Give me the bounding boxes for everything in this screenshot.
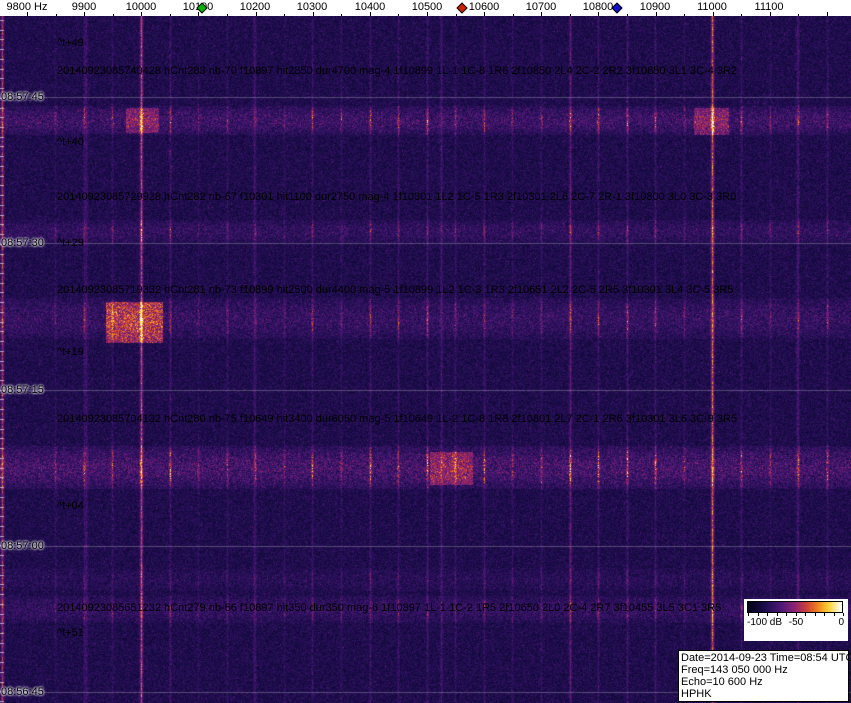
freq-tick <box>456 14 457 16</box>
freq-tick <box>198 12 199 16</box>
freq-tick <box>770 12 771 16</box>
detection-event-line: 20140923085719332 hCnt281 nb-73 f10899 h… <box>57 284 734 296</box>
freq-tick <box>227 14 228 16</box>
db-max-label: 0 <box>838 617 844 628</box>
time-offset-tag: ^t+19 <box>57 346 84 358</box>
legend-tick <box>805 613 806 616</box>
freq-tick <box>56 14 57 16</box>
freq-tick <box>513 14 514 16</box>
legend-tick <box>786 613 787 616</box>
legend-tick <box>795 613 797 616</box>
db-min-label: -100 dB <box>747 617 783 628</box>
detection-event-line: 20140923085704132 hCnt280 nb-75 f10649 h… <box>57 413 738 425</box>
freq-label: 10200 <box>239 1 271 13</box>
time-label: 08:57:45 <box>1 91 44 103</box>
legend-tick <box>757 613 759 616</box>
freq-tick <box>713 12 714 16</box>
color-scale-legend: -100 dB -50 0 <box>744 599 848 641</box>
legend-tick <box>776 613 778 616</box>
freq-tick <box>656 12 657 16</box>
time-label: 08:57:15 <box>1 384 44 396</box>
time-label: 08:57:00 <box>1 540 44 552</box>
status-info-box: Date=2014-09-23 Time=08:54 UTC Freq=143 … <box>678 650 851 702</box>
freq-label: 11100 <box>754 1 784 13</box>
freq-tick <box>741 14 742 16</box>
date-time-line: Date=2014-09-23 Time=08:54 UTC <box>681 652 851 664</box>
freq-tick <box>113 14 114 16</box>
freq-tick <box>570 14 571 16</box>
freq-tick <box>427 12 428 16</box>
freq-tick <box>598 12 599 16</box>
time-offset-tag: ^t+49 <box>57 37 84 49</box>
freq-tick <box>798 14 799 16</box>
freq-tick <box>170 14 171 16</box>
detection-event-line: 20140923085729928 hCnt282 nb-67 f10301 h… <box>57 191 737 203</box>
legend-tick <box>843 613 844 616</box>
spectrogram-window: 9800 Hz990010000101001020010300104001050… <box>0 0 851 703</box>
legend-tick <box>748 613 749 616</box>
time-label: 08:57:30 <box>1 237 44 249</box>
time-offset-tag: ^t+51 <box>57 627 84 639</box>
frequency-ruler: 9800 Hz990010000101001020010300104001050… <box>0 0 851 16</box>
color-scale-gradient <box>747 601 843 613</box>
freq-label: 11000 <box>697 1 727 13</box>
freq-tick <box>684 14 685 16</box>
time-offset-tag: ^t+40 <box>57 136 84 148</box>
time-label: 08:56:45 <box>1 686 44 698</box>
freq-tick <box>341 14 342 16</box>
db-mid-label: -50 <box>788 617 804 628</box>
time-offset-tag: ^t+29 <box>57 237 84 249</box>
freq-tick <box>370 12 371 16</box>
freq-label: 10300 <box>296 1 328 13</box>
frequency-line: Freq=143 050 000 Hz <box>681 664 788 676</box>
freq-tick <box>627 14 628 16</box>
detection-event-line: 20140923085740428 hCnt283 nb-70 f10897 h… <box>57 65 738 77</box>
freq-label: 10900 <box>639 1 671 13</box>
color-scale-labels: -100 dB -50 0 <box>747 617 845 629</box>
echo-frequency-line: Echo=10 600 Hz <box>681 676 763 688</box>
time-offset-tag: ^t+04 <box>57 500 84 512</box>
red-diamond-marker[interactable] <box>456 2 468 14</box>
legend-tick <box>824 613 825 616</box>
freq-tick <box>284 14 285 16</box>
freq-tick <box>541 12 542 16</box>
freq-tick <box>256 12 257 16</box>
station-code-line: HPHK <box>681 688 712 700</box>
freq-tick <box>141 12 142 16</box>
freq-tick <box>84 12 85 16</box>
freq-tick <box>313 12 314 16</box>
annotation-overlay: 08:57:45 08:57:30 08:57:15 08:57:00 08:56:45… <box>0 0 851 703</box>
freq-tick <box>27 12 28 16</box>
freq-tick <box>827 12 828 16</box>
freq-tick <box>484 12 485 16</box>
legend-tick <box>833 613 835 616</box>
legend-tick <box>767 613 768 616</box>
freq-tick <box>398 14 399 16</box>
legend-tick <box>814 613 816 616</box>
detection-event-line: 20140923085651232 hCnt279 nb-66 f10897 h… <box>57 602 722 614</box>
